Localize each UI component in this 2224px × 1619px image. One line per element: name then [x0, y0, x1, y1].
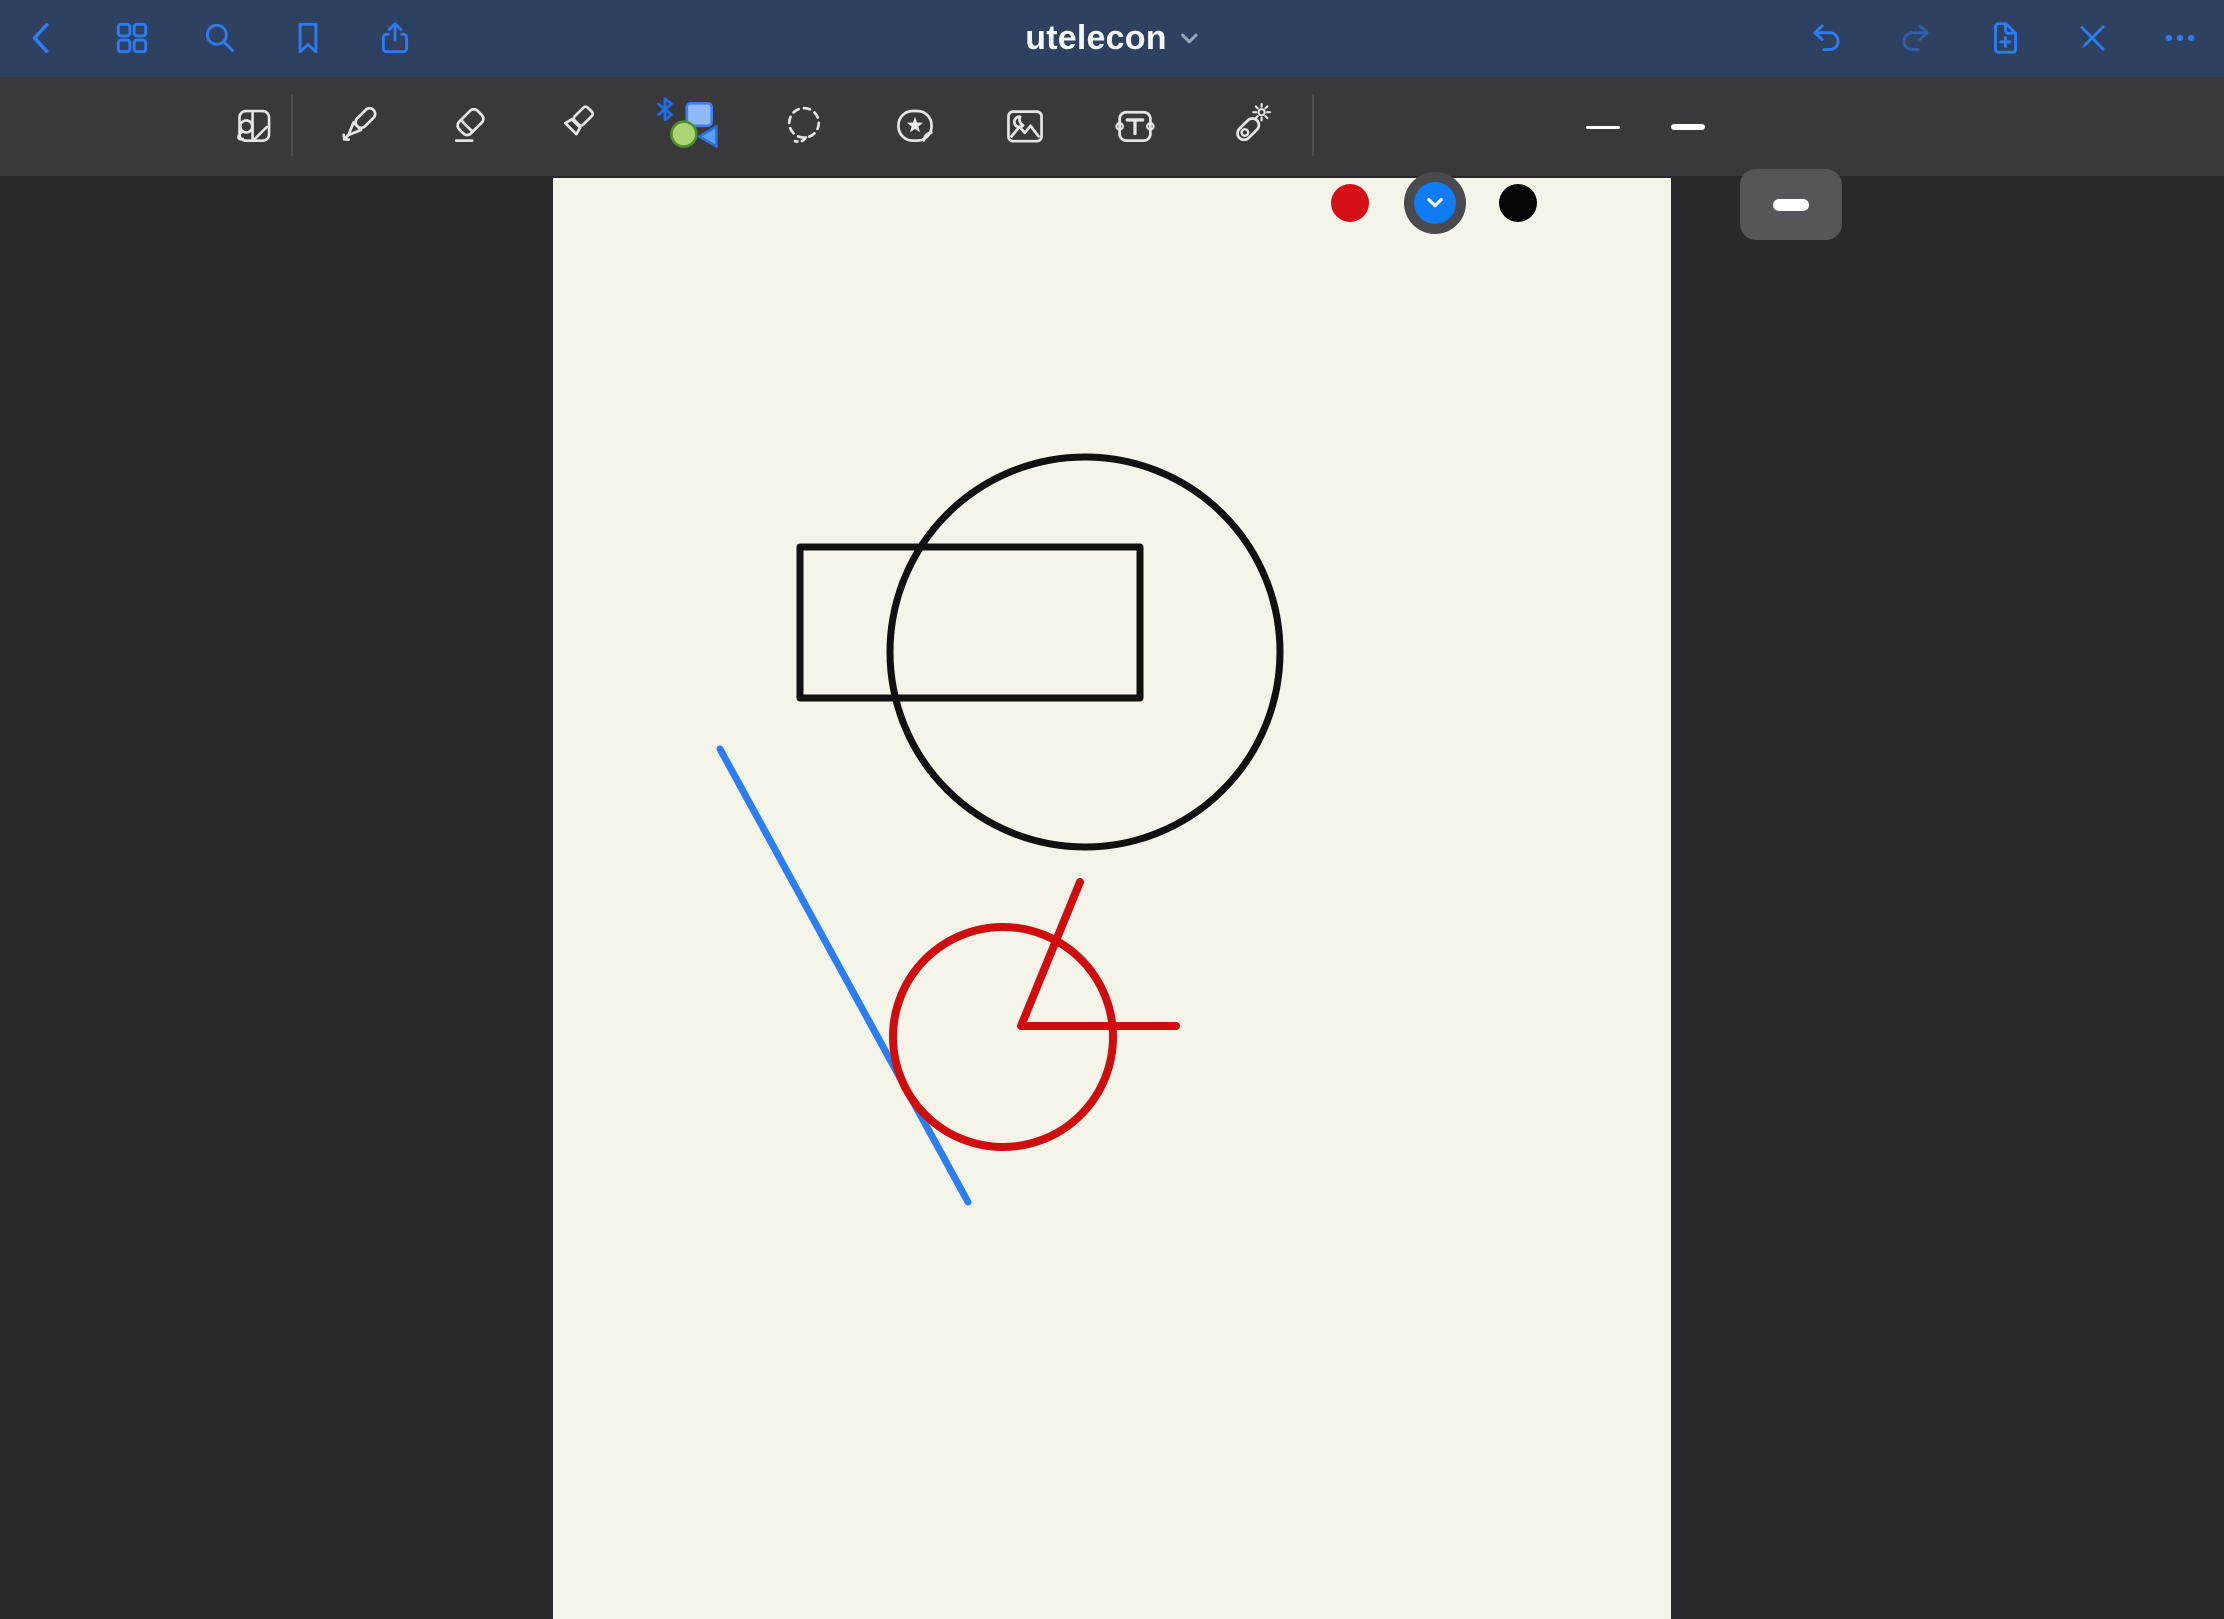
crossed-pen-icon [2073, 19, 2111, 57]
stylus-toggle-button[interactable] [2073, 19, 2111, 57]
app-window: utelecon [0, 0, 2224, 1619]
text-tool-button[interactable] [1092, 83, 1178, 171]
chevron-left-icon [24, 19, 62, 57]
pen-icon [334, 101, 386, 153]
thickness-thin-button[interactable] [1571, 83, 1635, 171]
undo-button[interactable] [1808, 19, 1846, 57]
search-icon [201, 19, 239, 57]
star-glyph [907, 117, 923, 132]
color-swatch-red[interactable] [1331, 184, 1369, 222]
back-button[interactable] [24, 19, 62, 57]
top-navigation-bar: utelecon [0, 0, 2224, 77]
share-up-arrow-icon [376, 19, 414, 57]
pan-mode-tool-button[interactable] [209, 83, 295, 171]
highlighter-icon [550, 101, 602, 153]
pages-overview-button[interactable] [113, 19, 151, 57]
shape-triangle [699, 126, 716, 146]
shapes-tool-button[interactable] [645, 83, 731, 171]
chevron-down-icon [1181, 32, 1199, 46]
document-plus-icon [1985, 19, 2023, 57]
toolbar-divider [291, 94, 293, 156]
thickness-medium-button[interactable] [1656, 83, 1720, 171]
add-page-button[interactable] [1985, 19, 2023, 57]
sparkle-rays [1253, 104, 1270, 121]
ellipsis-icon [2161, 19, 2199, 57]
color-swatch-blue-selected[interactable] [1404, 172, 1466, 234]
bluetooth-icon [658, 99, 671, 120]
share-button[interactable] [376, 19, 414, 57]
notebook-page[interactable] [553, 178, 1671, 1619]
thickness-thick-button-selected[interactable] [1740, 169, 1842, 240]
search-button[interactable] [201, 19, 239, 57]
image-icon [999, 101, 1051, 153]
redo-button[interactable] [1896, 19, 1934, 57]
tools-toolbar [0, 77, 2224, 176]
pointer-tool-button[interactable] [1205, 83, 1291, 171]
document-title-button[interactable]: utelecon [1025, 0, 1198, 77]
pan-mode-icon [227, 102, 277, 152]
thin-line-glyph [1586, 126, 1620, 129]
thick-line-glyph [1773, 199, 1809, 211]
chevron-down-icon [1426, 197, 1444, 209]
page-title: utelecon [1025, 19, 1166, 58]
toolbar-divider [1312, 94, 1314, 156]
pointer-laser-icon [1222, 101, 1274, 153]
color-swatch-blue-inner [1414, 182, 1456, 224]
color-swatch-black[interactable] [1499, 184, 1537, 222]
undo-arrow-icon [1808, 19, 1846, 57]
shapes-icon [651, 95, 725, 159]
canvas-background [0, 176, 2224, 1619]
redo-arrow-icon [1896, 19, 1934, 57]
lasso-tool-button[interactable] [761, 83, 847, 171]
elements-tool-button[interactable] [872, 83, 958, 171]
image-tool-button[interactable] [982, 83, 1068, 171]
elements-sticker-icon [889, 101, 941, 153]
medium-line-glyph [1671, 124, 1705, 130]
eraser-tool-button[interactable] [425, 83, 511, 171]
text-icon [1109, 101, 1161, 153]
bookmark-button[interactable] [289, 19, 327, 57]
highlighter-tool-button[interactable] [533, 83, 619, 171]
pen-tool-button[interactable] [317, 83, 403, 171]
lasso-icon [778, 101, 830, 153]
eraser-icon [442, 101, 494, 153]
grid-icon [113, 19, 151, 57]
shape-circle [671, 122, 696, 147]
bookmark-icon [289, 19, 327, 57]
more-options-button[interactable] [2161, 19, 2199, 57]
